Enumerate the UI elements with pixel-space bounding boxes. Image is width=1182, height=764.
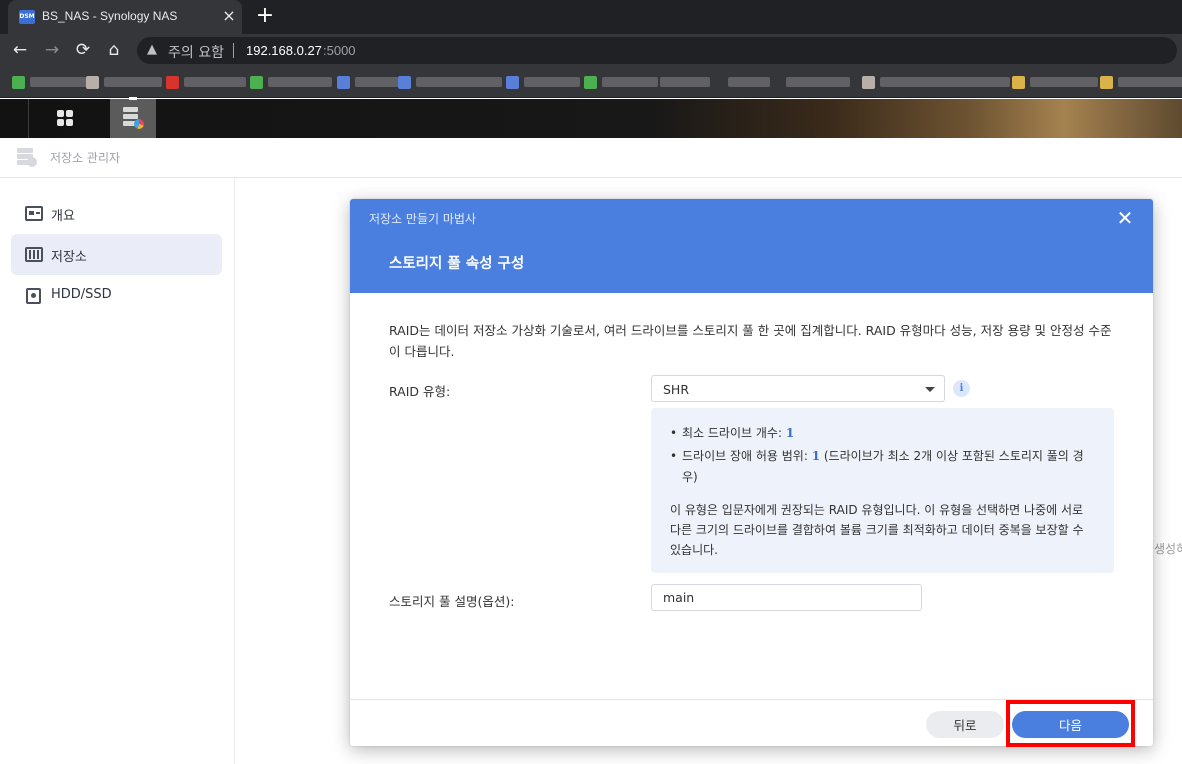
- sidebar-item-label: 개요: [51, 209, 75, 224]
- bookmark-item[interactable]: [166, 75, 246, 89]
- background-create-text: 생성하: [1154, 542, 1182, 556]
- sidebar-item-label: HDD/SSD: [51, 287, 112, 302]
- bookmark-item[interactable]: [506, 75, 580, 89]
- reload-icon[interactable]: ⟳: [71, 38, 95, 62]
- bookmark-item[interactable]: [398, 75, 502, 89]
- warning-icon[interactable]: ▲: [147, 42, 157, 57]
- browser-tab-bar: DSM BS_NAS - Synology NAS × +: [0, 0, 1182, 34]
- wizard-window-title: 저장소 만들기 마법사: [369, 212, 476, 226]
- bookmark-item[interactable]: [862, 75, 1010, 89]
- raid-description: 이 유형은 입문자에게 권장되는 RAID 유형입니다. 이 유형을 선택하면 …: [670, 503, 1084, 557]
- browser-tab[interactable]: DSM BS_NAS - Synology NAS ×: [8, 0, 242, 34]
- min-drives-value: 1: [785, 426, 795, 440]
- storage-manager-icon: [17, 148, 39, 168]
- bookmark-item[interactable]: [584, 75, 658, 89]
- wizard-step-title: 스토리지 풀 속성 구성: [389, 256, 525, 272]
- storage-icon: [25, 247, 43, 262]
- sidebar-item-hdd-ssd[interactable]: HDD/SSD: [11, 275, 222, 316]
- bookmark-item[interactable]: [660, 75, 710, 89]
- caret-down-icon: [925, 387, 935, 392]
- fault-tolerance-bullet: • 드라이브 장애 허용 범위: 1 (드라이브가 최소 2개 이상 포함된 스…: [670, 446, 1085, 488]
- bookmark-item[interactable]: [250, 75, 332, 89]
- bookmark-item[interactable]: [337, 75, 399, 89]
- min-drives-bullet: • 최소 드라이브 개수: 1: [670, 423, 1085, 444]
- bookmark-item[interactable]: [1012, 75, 1098, 89]
- dsm-taskbar: [0, 97, 1182, 138]
- sidebar-item-label: 저장소: [51, 250, 87, 265]
- main-menu-icon[interactable]: [43, 99, 91, 138]
- raid-intro-text: RAID는 데이터 저장소 가상화 기술로서, 여러 드라이브를 스토리지 풀 …: [389, 323, 1112, 359]
- raid-info-box: • 최소 드라이브 개수: 1 • 드라이브 장애 허용 범위: 1 (드라이브…: [651, 408, 1114, 573]
- min-drives-label: 최소 드라이브 개수:: [682, 426, 786, 440]
- back-button[interactable]: 뒤로: [926, 711, 1004, 738]
- app-header: 저장소 관리자: [0, 138, 1182, 178]
- close-icon[interactable]: ✕: [1114, 207, 1136, 229]
- forward-arrow-icon[interactable]: →: [40, 38, 64, 62]
- bookmark-item[interactable]: [786, 75, 850, 89]
- sidebar: 개요 저장소 HDD/SSD: [0, 178, 235, 764]
- info-icon[interactable]: i: [953, 380, 970, 397]
- home-icon[interactable]: ⌂: [102, 38, 126, 62]
- security-status[interactable]: 주의 요함: [168, 42, 224, 62]
- sidebar-item-overview[interactable]: 개요: [11, 193, 222, 234]
- browser-toolbar: ← → ⟳ ⌂ ▲ 주의 요함 192.168.0.27 :5000: [0, 34, 1182, 66]
- sidebar-item-storage[interactable]: 저장소: [11, 234, 222, 275]
- storage-manager-taskbar-icon[interactable]: [110, 97, 156, 138]
- create-storage-wizard: 저장소 만들기 마법사 ✕ 스토리지 풀 속성 구성 RAID는 데이터 저장소…: [350, 199, 1153, 746]
- bookmark-item[interactable]: [12, 75, 88, 89]
- hdd-icon: [26, 288, 41, 304]
- url-host[interactable]: 192.168.0.27: [246, 43, 322, 58]
- wizard-header: 저장소 만들기 마법사 ✕ 스토리지 풀 속성 구성: [350, 199, 1153, 293]
- bookmark-item[interactable]: [728, 75, 770, 89]
- raid-type-value: SHR: [663, 382, 690, 397]
- tab-title: BS_NAS - Synology NAS: [42, 9, 178, 23]
- fault-tolerance-label: 드라이브 장애 허용 범위:: [682, 449, 812, 463]
- bullet-icon: •: [670, 449, 678, 463]
- pool-description-input[interactable]: [651, 584, 922, 611]
- bullet-icon: •: [670, 426, 678, 440]
- pool-description-label: 스토리지 풀 설명(옵션):: [389, 594, 515, 609]
- next-button[interactable]: 다음: [1012, 711, 1129, 738]
- raid-type-select[interactable]: SHR: [651, 375, 945, 402]
- url-port[interactable]: :5000: [323, 43, 356, 58]
- back-arrow-icon[interactable]: ←: [8, 38, 32, 62]
- raid-type-label: RAID 유형:: [389, 384, 451, 399]
- bookmark-item[interactable]: [86, 75, 162, 89]
- overview-icon: [25, 206, 43, 221]
- bookmarks-bar: [0, 66, 1182, 98]
- bookmark-item[interactable]: [1100, 75, 1182, 89]
- new-tab-icon[interactable]: +: [253, 4, 277, 28]
- dsm-favicon-icon: DSM: [19, 10, 35, 24]
- fault-tolerance-value: 1: [811, 449, 821, 463]
- app-title: 저장소 관리자: [50, 151, 121, 165]
- taskbar-divider: [28, 99, 29, 138]
- close-icon[interactable]: ×: [220, 7, 238, 25]
- address-bar[interactable]: ▲ 주의 요함 192.168.0.27 :5000: [137, 37, 1177, 64]
- wizard-footer: 뒤로 다음: [350, 699, 1153, 746]
- address-separator: [233, 43, 234, 58]
